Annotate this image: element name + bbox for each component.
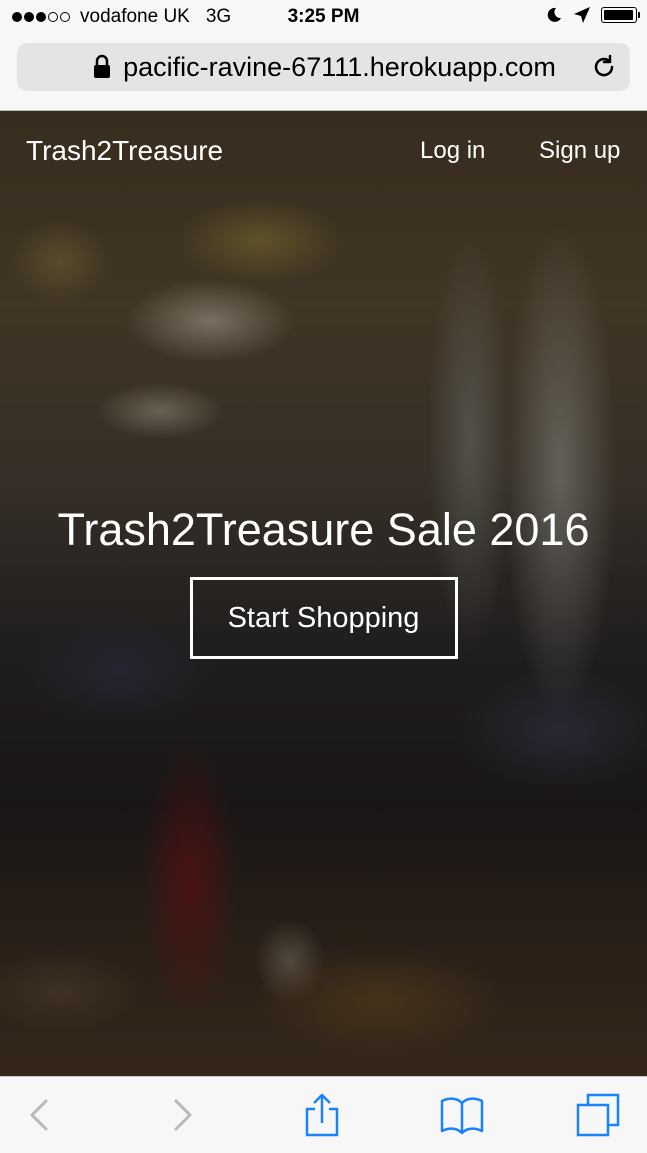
location-arrow-icon [574,7,590,23]
bookmarks-icon [440,1097,484,1135]
brand-link[interactable]: Trash2Treasure [26,135,223,167]
status-bar: vodafone UK 3G 3:25 PM [0,0,647,36]
hero-title: Trash2Treasure Sale 2016 [57,504,590,555]
start-shopping-button[interactable]: Start Shopping [189,577,458,659]
login-link[interactable]: Log in [420,137,485,165]
back-button[interactable] [18,1093,62,1137]
battery-fill [604,10,633,20]
chevron-left-icon [30,1099,48,1131]
tabs-icon [576,1093,620,1137]
signup-link[interactable]: Sign up [539,137,620,165]
lock-icon [94,54,111,78]
address-bar[interactable]: pacific-ravine-67111.herokuapp.com [17,43,630,91]
tabs-button[interactable] [576,1093,620,1137]
status-right [545,6,640,24]
bookmarks-button[interactable] [440,1093,484,1137]
chevron-right-icon [174,1099,192,1131]
url-text: pacific-ravine-67111.herokuapp.com [123,51,556,82]
address-bar-area: pacific-ravine-67111.herokuapp.com [0,36,647,111]
reload-icon[interactable] [590,53,618,81]
battery-icon [601,7,640,23]
web-page: Trash2Treasure Log in Sign up Trash2Trea… [0,111,647,1076]
hero-section: Trash2Treasure Sale 2016 Start Shopping [0,503,647,659]
forward-button[interactable] [160,1093,204,1137]
browser-toolbar [0,1076,647,1153]
share-icon [305,1093,339,1137]
share-button[interactable] [300,1093,344,1137]
moon-icon [547,7,561,22]
site-navbar: Trash2Treasure Log in Sign up [0,111,647,195]
